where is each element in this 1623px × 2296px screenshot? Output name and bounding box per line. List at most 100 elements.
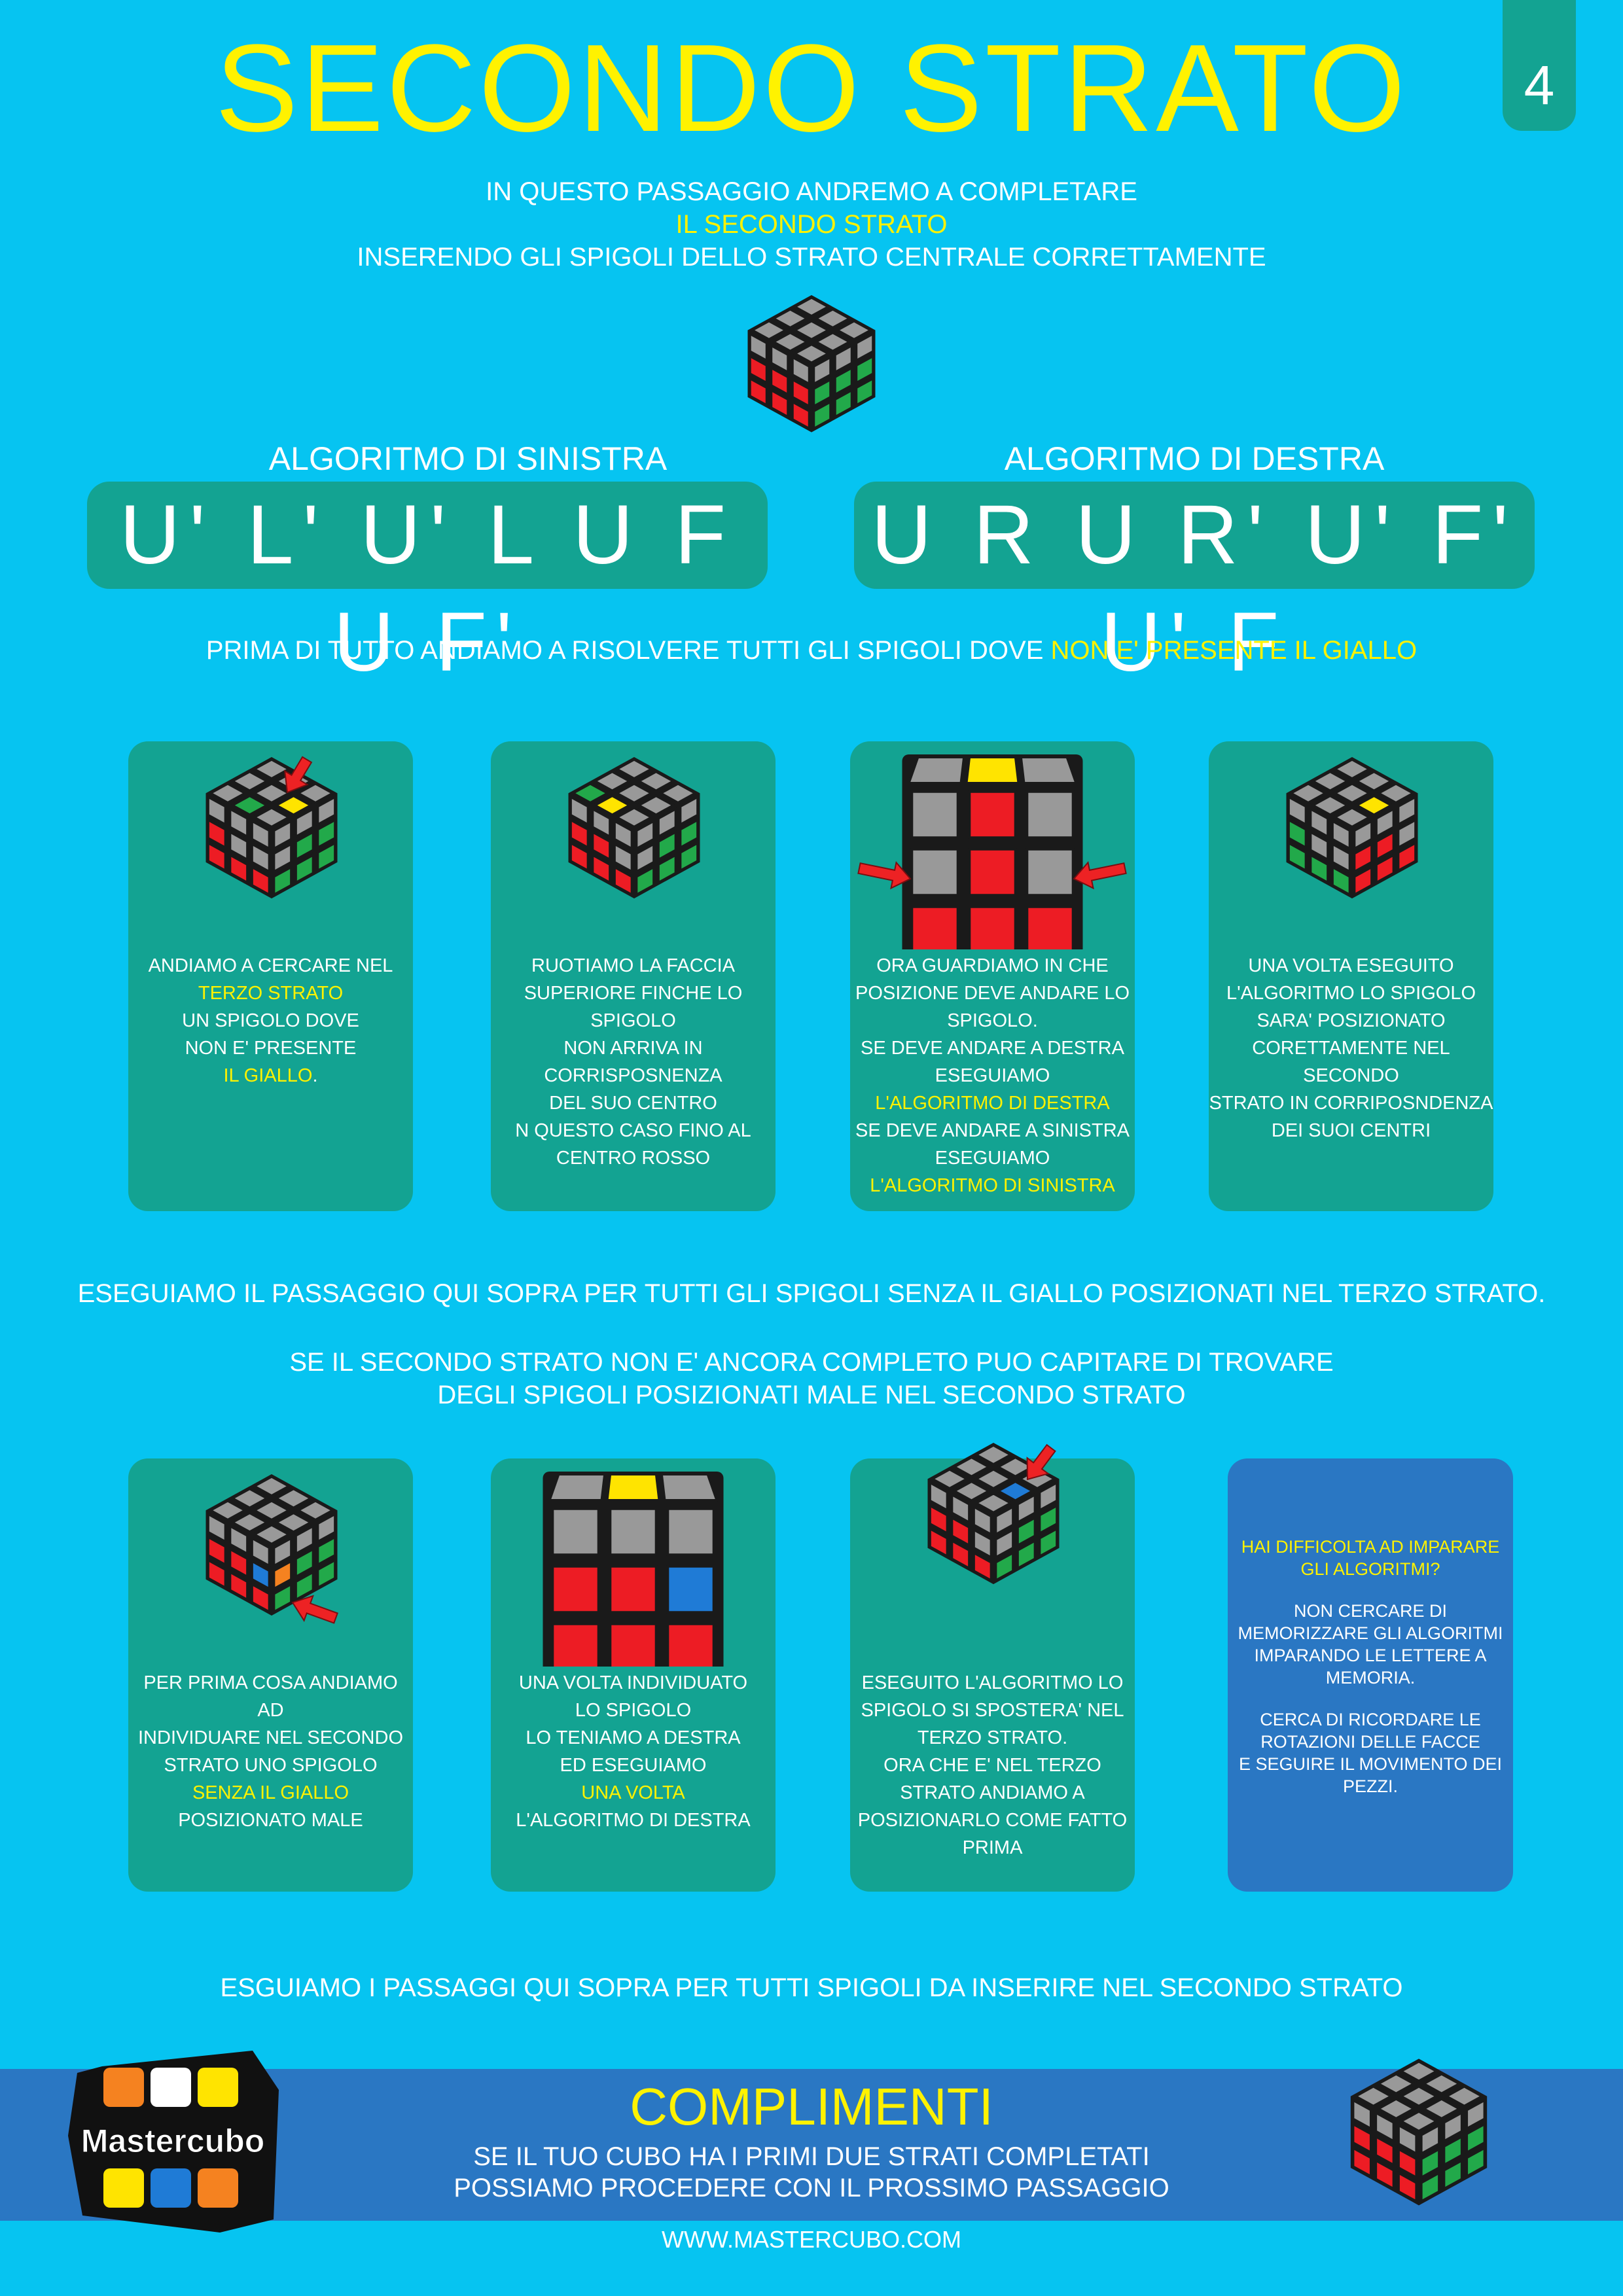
card-text: UNA VOLTA INDIVIDUATO LO SPIGOLO LO TENIAM… bbox=[491, 1669, 776, 1834]
card-line: UNA VOLTA INDIVIDUATO bbox=[518, 1672, 748, 1693]
card-line: ANDIAMO A CERCARE NEL bbox=[148, 955, 393, 976]
middle-statement: ESEGUIAMO IL PASSAGGIO QUI SOPRA PER TUT… bbox=[77, 1279, 1546, 1308]
cube-illustration bbox=[543, 1472, 724, 1667]
first-statement-highlight: NON E' PRESENTE IL GIALLO bbox=[1050, 636, 1418, 665]
step-card-5: PER PRIMA COSA ANDIAMO AD INDIVIDUARE NEL… bbox=[128, 1458, 413, 1892]
card-line: ORA GUARDIAMO IN CHE bbox=[876, 955, 1109, 976]
right-algorithm-box: U R U R' U' F' U' F bbox=[854, 482, 1535, 689]
step-card-2: RUOTIAMO LA FACCIA SUPERIORE FINCHE LO SP… bbox=[491, 741, 776, 1211]
cube-sticker bbox=[609, 1507, 658, 1557]
tip-content: HAI DIFFICOLTA AD IMPARARE GLI ALGORITMI… bbox=[1228, 1536, 1513, 1797]
cube-sticker bbox=[910, 790, 959, 839]
cube-illustration bbox=[205, 756, 338, 899]
cube-illustration bbox=[927, 1443, 1060, 1585]
card-text: ORA GUARDIAMO IN CHE POSIZIONE DEVE ANDAR… bbox=[850, 952, 1135, 1199]
cube-sticker bbox=[965, 756, 1020, 785]
card-line: NON ARRIVA IN bbox=[563, 1038, 703, 1059]
card-line: SPIGOLO SI SPOSTERA' NEL bbox=[861, 1700, 1124, 1721]
card-line: ED ESEGUIAMO bbox=[560, 1755, 707, 1776]
intro-line: INSERENDO GLI SPIGOLI DELLO STRATO CENTR… bbox=[357, 243, 1266, 272]
cube-sticker bbox=[551, 1622, 600, 1667]
card-line: UNA VOLTA bbox=[581, 1782, 685, 1803]
card-line: DEI SUOI CENTRI bbox=[1271, 1120, 1431, 1141]
cube-illustration bbox=[1286, 757, 1418, 899]
tip-line: NON CERCARE DI bbox=[1293, 1601, 1448, 1621]
cube-sticker bbox=[968, 790, 1017, 839]
tip-line: PEZZI. bbox=[1342, 1776, 1398, 1796]
step-card-1: ANDIAMO A CERCARE NEL TERZO STRATO UN SPIG… bbox=[128, 741, 413, 1211]
card-line: LO SPIGOLO bbox=[575, 1700, 692, 1721]
right-algorithm-label: ALGORITMO DI DESTRA bbox=[1004, 440, 1385, 477]
card-text: PER PRIMA COSA ANDIAMO AD INDIVIDUARE NEL… bbox=[128, 1669, 413, 1834]
card-line: RUOTIAMO LA FACCIA bbox=[531, 955, 735, 976]
card-line: N QUESTO CASO FINO AL bbox=[515, 1120, 751, 1141]
step-card-3: ORA GUARDIAMO IN CHE POSIZIONE DEVE ANDAR… bbox=[850, 741, 1135, 1211]
card-line: ESEGUITO L'ALGORITMO LO bbox=[861, 1672, 1124, 1693]
card-line: IL GIALLO. bbox=[223, 1065, 318, 1086]
cube-graphic bbox=[1286, 757, 1418, 899]
tip-line: MEMORIZZARE GLI ALGORITMI bbox=[1238, 1623, 1503, 1643]
tip-heading: HAI DIFFICOLTA AD IMPARARE bbox=[1241, 1537, 1500, 1557]
logo-tile bbox=[151, 2168, 191, 2208]
card-line: DEL SUO CENTRO bbox=[549, 1093, 717, 1114]
intro-text: IN QUESTO PASSAGGIO ANDREMO A COMPLETARE… bbox=[0, 175, 1623, 274]
logo-tile bbox=[103, 2068, 144, 2107]
tip-line: ROTAZIONI DELLE FACCE bbox=[1260, 1732, 1480, 1752]
cube-graphic bbox=[902, 754, 1083, 949]
step-card-7: ESEGUITO L'ALGORITMO LO SPIGOLO SI SPOSTE… bbox=[850, 1443, 1135, 1892]
card-line: CORETTAMENTE NEL SECONDO bbox=[1252, 1038, 1450, 1086]
logo-tile bbox=[103, 2168, 144, 2208]
cube-graphic bbox=[205, 1474, 338, 1616]
card-line: ORA CHE E' NEL TERZO bbox=[883, 1755, 1101, 1776]
cube-illustration bbox=[205, 1474, 338, 1624]
cube-sticker bbox=[609, 1622, 658, 1667]
cube-sticker bbox=[548, 1473, 607, 1502]
card-line: SARA' POSIZIONATO bbox=[1257, 1010, 1446, 1031]
mastercubo-logo: Mastercubo bbox=[68, 2051, 279, 2233]
cube-sticker bbox=[666, 1564, 715, 1614]
cube-sticker bbox=[666, 1622, 715, 1667]
card-line: L'ALGORITMO LO SPIGOLO bbox=[1226, 983, 1476, 1004]
cube-sticker bbox=[666, 1507, 715, 1557]
cube-sticker bbox=[609, 1564, 658, 1614]
cube-sticker bbox=[551, 1564, 600, 1614]
cube-sticker bbox=[1026, 790, 1075, 839]
cube-illustration-footer bbox=[1350, 2058, 1488, 2206]
cube-sticker bbox=[907, 756, 966, 785]
step-card-6: UNA VOLTA INDIVIDUATO LO SPIGOLO LO TENIAM… bbox=[491, 1458, 776, 1892]
card-line: SUPERIORE FINCHE LO SPIGOLO bbox=[524, 983, 743, 1031]
tip-card: HAI DIFFICOLTA AD IMPARARE GLI ALGORITMI… bbox=[1228, 1458, 1513, 1892]
step-card-4: UNA VOLTA ESEGUITO L'ALGORITMO LO SPIGOLO… bbox=[1209, 741, 1493, 1211]
card-line: STRATO UNO SPIGOLO bbox=[164, 1755, 378, 1776]
card-line: PER PRIMA COSA ANDIAMO AD bbox=[143, 1672, 398, 1721]
card-line: TERZO STRATO bbox=[198, 983, 344, 1004]
card-line: LO TENIAMO A DESTRA bbox=[526, 1727, 741, 1748]
card-line: POSIZIONE DEVE ANDARE LO bbox=[855, 983, 1130, 1004]
logo-tile bbox=[198, 2168, 238, 2208]
logo-text: Mastercubo bbox=[81, 2123, 265, 2159]
card-text: ESEGUITO L'ALGORITMO LO SPIGOLO SI SPOSTE… bbox=[850, 1669, 1135, 1862]
left-algorithm-box: U' L' U' L U F U F' bbox=[87, 482, 768, 689]
card-text: UNA VOLTA ESEGUITO L'ALGORITMO LO SPIGOLO… bbox=[1209, 952, 1493, 1144]
card-text: ANDIAMO A CERCARE NEL TERZO STRATO UN SPIG… bbox=[128, 952, 413, 1089]
arrow-shape bbox=[1026, 1443, 1056, 1481]
left-algorithm-label: ALGORITMO DI SINISTRA bbox=[268, 440, 668, 477]
card-line: NON E' PRESENTE bbox=[185, 1038, 357, 1059]
cube-graphic bbox=[543, 1472, 724, 1667]
card-line: UNA VOLTA ESEGUITO bbox=[1248, 955, 1454, 976]
card-line: UN SPIGOLO DOVE bbox=[182, 1010, 359, 1031]
card-line: STRATO IN CORRIPOSNDENZA bbox=[1209, 1093, 1493, 1114]
card-line: L'ALGORITMO DI DESTRA bbox=[516, 1810, 751, 1831]
second-statement: SE IL SECONDO STRATO NON E' ANCORA COMPL… bbox=[0, 1346, 1623, 1411]
card-line: CENTRO ROSSO bbox=[556, 1148, 711, 1169]
card-line: SENZA IL GIALLO bbox=[192, 1782, 349, 1803]
card-line: CORRISPOSNENZA bbox=[544, 1065, 722, 1086]
cube-sticker bbox=[910, 847, 959, 897]
cube-graphic bbox=[568, 757, 700, 899]
card-line: L'ALGORITMO DI SINISTRA bbox=[870, 1175, 1115, 1196]
logo-tile bbox=[198, 2068, 238, 2107]
tip-line: IMPARANDO LE LETTERE A bbox=[1254, 1646, 1487, 1665]
card-line: PRIMA bbox=[962, 1837, 1023, 1858]
arrow-shape bbox=[291, 1595, 338, 1624]
cube-illustration-top bbox=[747, 295, 876, 433]
